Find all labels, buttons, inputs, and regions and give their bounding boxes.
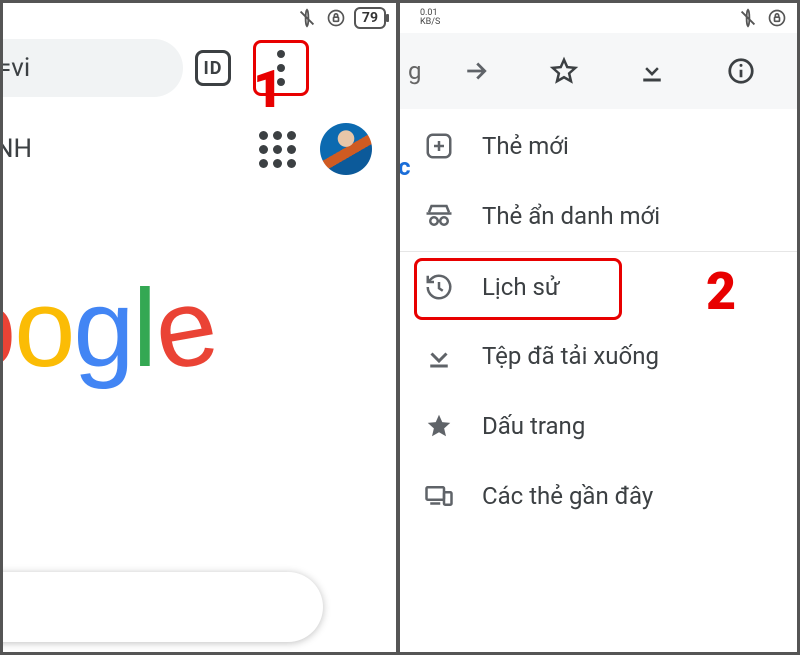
net-speed-unit: KB/S [420,17,440,27]
lock-circle-icon [767,8,787,28]
menu-item-incognito-tab[interactable]: Thẻ ẩn danh mới [400,181,797,251]
address-bar[interactable]: n/?hl=vi [3,39,183,97]
right-panel: 0.01 KB/S g [400,3,797,652]
left-panel: 79 n/?hl=vi ID 1 NH oogle [3,3,396,652]
logo-letter-o1: o [3,267,14,390]
menu-label: Tệp đã tải xuống [482,342,659,370]
downloads-icon [422,339,456,373]
mute-icon [296,7,318,29]
star-filled-icon [422,409,456,443]
lock-circle-icon [326,8,346,28]
browser-toolbar: n/?hl=vi ID [3,33,396,103]
annotation-step-2: 2 [706,261,736,322]
tab-count-label: ID [204,58,223,79]
devices-icon [422,479,456,513]
google-search-bar[interactable] [3,572,323,642]
plus-square-icon [422,129,456,163]
network-speed: 0.01 KB/S [420,9,440,27]
google-header-row: NH [3,103,396,175]
logo-letter-g: g [73,267,132,390]
menu-label: Thẻ ẩn danh mới [482,202,660,230]
url-fragment-right: g [408,57,421,85]
link-fragment: c [400,153,411,181]
download-button[interactable] [608,43,696,99]
header-fragment: NH [3,134,32,164]
menu-item-new-tab[interactable]: Thẻ mới [400,111,797,181]
annotation-highlight-history [414,258,622,320]
info-button[interactable] [697,43,785,99]
bookmark-button[interactable] [520,43,608,99]
menu-label: Các thẻ gần đây [482,482,653,510]
tab-switcher-button[interactable]: ID [195,50,231,86]
status-bar-right: 0.01 KB/S [400,3,797,33]
menu-label: Dấu trang [482,412,585,440]
menu-item-downloads[interactable]: Tệp đã tải xuống [400,321,797,391]
google-logo: oogle [3,265,396,392]
logo-letter-o2: o [14,267,73,390]
url-text: n/?hl=vi [3,53,30,83]
battery-indicator: 79 [354,7,386,29]
menu-item-recent-tabs[interactable]: Các thẻ gần đây [400,461,797,531]
menu-item-bookmarks[interactable]: Dấu trang [400,391,797,461]
status-bar-left: 79 [3,3,396,33]
forward-button[interactable] [431,43,519,99]
incognito-icon [422,199,456,233]
logo-letter-e: e [144,261,224,396]
mute-icon [737,7,759,29]
menu-top-actions: g [400,33,797,109]
panel-divider [396,0,400,655]
google-apps-icon[interactable] [259,131,296,168]
menu-label: Thẻ mới [482,132,569,160]
account-avatar[interactable] [320,123,372,175]
overflow-menu: Thẻ mới Thẻ ẩn danh mới Lịch sử [400,109,797,531]
